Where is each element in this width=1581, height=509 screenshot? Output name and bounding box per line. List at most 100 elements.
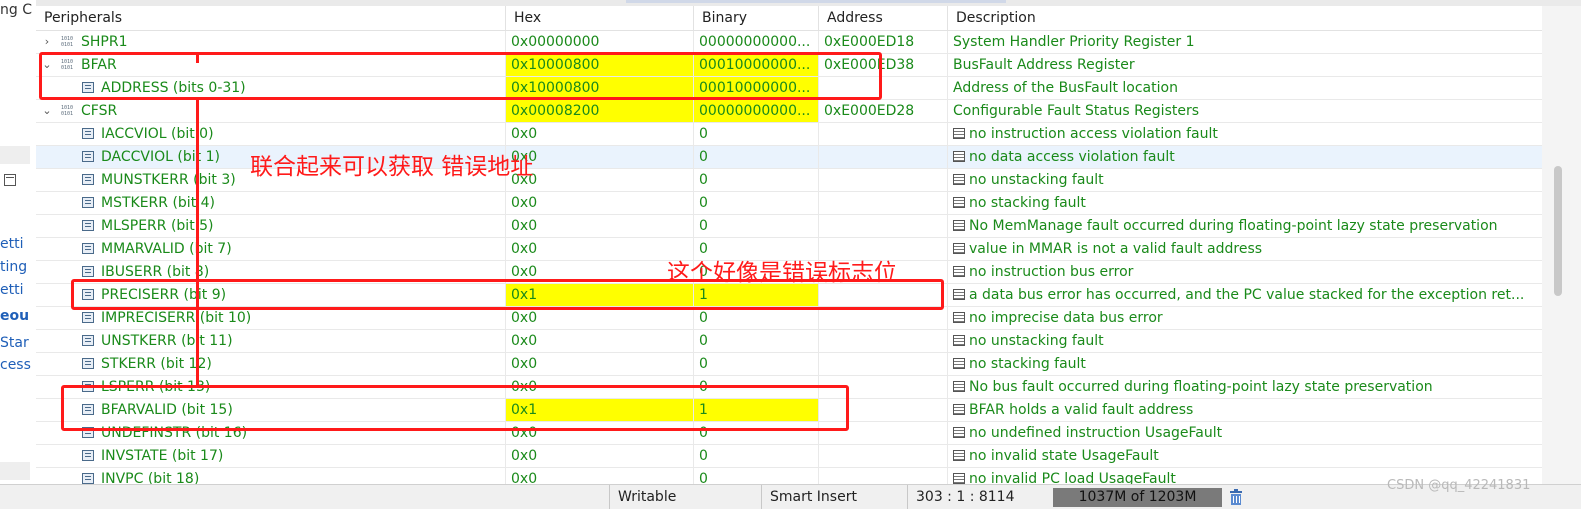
address-value xyxy=(819,330,948,352)
table-row[interactable]: › 1010 0101 SHPR1 0x00000000 00000000000... 0x… xyxy=(36,31,1542,54)
trash-icon[interactable] xyxy=(1229,489,1243,505)
description-cell: BusFault Address Register xyxy=(948,54,1542,76)
address-value: 0xE000ED28 xyxy=(819,100,948,122)
insert-mode-status[interactable]: Smart Insert xyxy=(761,485,907,509)
enum-icon xyxy=(953,196,965,208)
hex-value[interactable]: 0x0 xyxy=(506,169,694,191)
enum-icon xyxy=(953,242,965,254)
binary-value[interactable]: 00000000000... xyxy=(694,100,819,122)
field-icon xyxy=(82,312,94,323)
address-value: 0xE000ED18 xyxy=(819,31,948,53)
column-header-peripherals[interactable]: Peripherals xyxy=(36,6,506,30)
address-value xyxy=(819,169,948,191)
hex-value[interactable]: 0x0 xyxy=(506,238,694,260)
minimize-icon[interactable] xyxy=(4,174,16,186)
hex-value[interactable]: 0x0 xyxy=(506,123,694,145)
left-panel-item[interactable]: etti xyxy=(0,282,23,298)
annotation-connector-line xyxy=(196,55,199,63)
hex-value[interactable]: 0x0 xyxy=(506,215,694,237)
enum-icon xyxy=(953,265,965,277)
description-text: no stacking fault xyxy=(969,356,1086,372)
peripheral-cell: UNSTKERR (bit 11) xyxy=(36,330,506,352)
enum-icon xyxy=(953,173,965,185)
column-header-hex[interactable]: Hex xyxy=(506,6,694,30)
description-text: no instruction access violation fault xyxy=(969,126,1218,142)
vertical-scrollbar[interactable] xyxy=(1542,6,1581,484)
binary-value[interactable]: 0 xyxy=(694,123,819,145)
left-panel-item[interactable]: ting xyxy=(0,259,27,275)
address-value xyxy=(819,445,948,467)
description-cell: No bus fault occurred during floating-po… xyxy=(948,376,1542,398)
left-panel-item[interactable]: eou xyxy=(0,308,29,324)
hex-value[interactable]: 0x0 xyxy=(506,330,694,352)
column-header-description[interactable]: Description xyxy=(948,6,1542,30)
field-icon xyxy=(82,243,94,254)
table-row[interactable]: UNSTKERR (bit 11) 0x0 0 no unstacking fault xyxy=(36,330,1542,353)
description-cell: no data access violation fault xyxy=(948,146,1542,168)
binary-value[interactable]: 0 xyxy=(694,192,819,214)
description-cell: no stacking fault xyxy=(948,192,1542,214)
binary-value[interactable]: 0 xyxy=(694,468,819,484)
description-cell: no undefined instruction UsageFault xyxy=(948,422,1542,444)
hex-value[interactable]: 0x0 xyxy=(506,146,694,168)
binary-value[interactable]: 0 xyxy=(694,353,819,375)
table-row[interactable]: INVSTATE (bit 17) 0x0 0 no invalid state Us… xyxy=(36,445,1542,468)
field-name: UNSTKERR (bit 11) xyxy=(101,333,233,349)
enum-icon xyxy=(953,357,965,369)
status-bar: Writable Smart Insert 303 : 1 : 8114 103… xyxy=(0,484,1581,509)
binary-value[interactable]: 0 xyxy=(694,146,819,168)
register-name: SHPR1 xyxy=(81,34,128,50)
binary-value[interactable]: 0 xyxy=(694,330,819,352)
description-cell: Configurable Fault Status Registers xyxy=(948,100,1542,122)
enum-icon xyxy=(953,311,965,323)
field-name: INVSTATE (bit 17) xyxy=(101,448,224,464)
description-cell: Address of the BusFault location xyxy=(948,77,1542,99)
table-row[interactable]: IACCVIOL (bit 0) 0x0 0 no instruction acces… xyxy=(36,123,1542,146)
annotation-connector-line xyxy=(196,99,199,388)
field-name: MUNSTKERR (bit 3) xyxy=(101,172,236,188)
peripheral-cell: IACCVIOL (bit 0) xyxy=(36,123,506,145)
enum-icon xyxy=(953,449,965,461)
left-panel-item[interactable]: Star xyxy=(0,335,29,351)
combine-note: 联合起来可以获取 错误地址 xyxy=(250,154,534,180)
hex-value[interactable]: 0x0 xyxy=(506,192,694,214)
table-row[interactable]: IMPRECISERR (bit 10) 0x0 0 no imprecise dat… xyxy=(36,307,1542,330)
field-icon xyxy=(82,220,94,231)
description-text: no data access violation fault xyxy=(969,149,1175,165)
enum-icon xyxy=(953,426,965,438)
binary-value[interactable]: 0 xyxy=(694,445,819,467)
peripheral-cell: MSTKERR (bit 4) xyxy=(36,192,506,214)
heap-status[interactable]: 1037M of 1203M xyxy=(1053,488,1222,507)
chevron-down-icon[interactable]: ⌄ xyxy=(42,100,52,122)
left-panel-item[interactable]: cess xyxy=(0,357,31,373)
table-row[interactable]: INVPC (bit 18) 0x0 0 no invalid PC load Usa… xyxy=(36,468,1542,484)
description-cell: no stacking fault xyxy=(948,353,1542,375)
left-panel-item[interactable]: etti xyxy=(0,236,23,252)
hex-value[interactable]: 0x0 xyxy=(506,307,694,329)
scrollbar-thumb[interactable] xyxy=(1554,166,1562,296)
field-icon xyxy=(82,335,94,346)
description-cell: System Handler Priority Register 1 xyxy=(948,31,1542,53)
cursor-position: 303 : 1 : 8114 xyxy=(907,485,1047,509)
binary-value[interactable]: 0 xyxy=(694,215,819,237)
description-cell: no imprecise data bus error xyxy=(948,307,1542,329)
address-value xyxy=(819,123,948,145)
hex-value[interactable]: 0x0 xyxy=(506,353,694,375)
chevron-right-icon[interactable]: › xyxy=(42,31,52,53)
column-header-binary[interactable]: Binary xyxy=(694,6,819,30)
address-value xyxy=(819,215,948,237)
table-row[interactable]: ⌄ 1010 0101 CFSR 0x00008200 00000000000... 0xE… xyxy=(36,100,1542,123)
table-row[interactable]: MLSPERR (bit 5) 0x0 0 No MemManage fault oc… xyxy=(36,215,1542,238)
description-text: Configurable Fault Status Registers xyxy=(953,103,1200,119)
column-header-address[interactable]: Address xyxy=(819,6,948,30)
hex-value[interactable]: 0x00000000 xyxy=(506,31,694,53)
binary-value[interactable]: 0 xyxy=(694,307,819,329)
binary-value[interactable]: 0 xyxy=(694,169,819,191)
table-row[interactable]: STKERR (bit 12) 0x0 0 no stacking fault xyxy=(36,353,1542,376)
hex-value[interactable]: 0x00008200 xyxy=(506,100,694,122)
binary-value[interactable]: 00000000000... xyxy=(694,31,819,53)
hex-value[interactable]: 0x0 xyxy=(506,468,694,484)
hex-value[interactable]: 0x0 xyxy=(506,445,694,467)
table-header: Peripherals Hex Binary Address Descripti… xyxy=(36,6,1542,31)
table-row[interactable]: MSTKERR (bit 4) 0x0 0 no stacking fault xyxy=(36,192,1542,215)
